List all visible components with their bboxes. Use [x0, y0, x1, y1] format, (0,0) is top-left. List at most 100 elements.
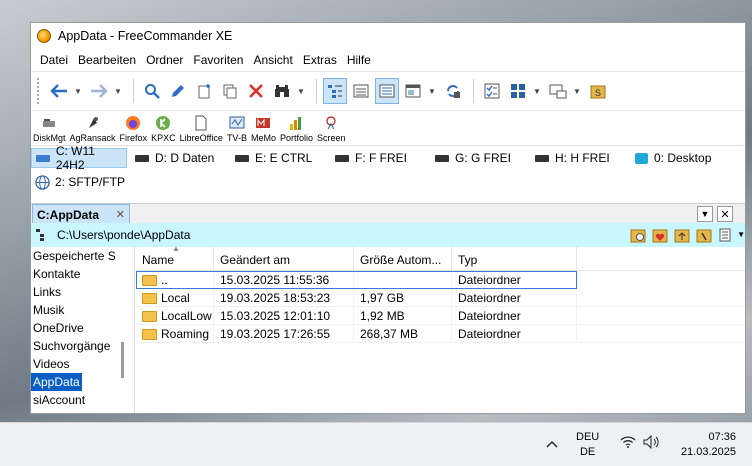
folder-icon: [142, 310, 157, 322]
tree-item[interactable]: Videos: [31, 355, 134, 373]
tree-item[interactable]: OneDrive: [31, 319, 134, 337]
cell-size: [354, 271, 452, 289]
column-modified[interactable]: Geändert am: [214, 247, 354, 271]
layout-dropdown[interactable]: ▼: [532, 78, 542, 104]
back-dropdown[interactable]: ▼: [73, 78, 83, 104]
window-icon: [549, 84, 567, 99]
tv-browser-icon: [229, 116, 245, 129]
preview-button[interactable]: [401, 78, 425, 104]
quick-agransack[interactable]: AgRansack: [70, 115, 116, 143]
toolbar-grip[interactable]: [37, 78, 41, 104]
column-type[interactable]: Typ: [452, 247, 577, 271]
preview-window-icon: [405, 84, 421, 98]
menu-extras[interactable]: Extras: [298, 53, 342, 67]
path-text[interactable]: C:\Users\ponde\AppData: [57, 228, 190, 242]
folder-icon: [142, 292, 157, 304]
quick-screen[interactable]: Screen: [317, 115, 346, 143]
folder-list-icon[interactable]: [718, 227, 734, 243]
tree-item-selected[interactable]: AppData: [31, 373, 82, 391]
path-bar: C:\Users\ponde\AppData ▼: [31, 223, 745, 247]
quick-portfolio[interactable]: Portfolio: [280, 115, 313, 143]
forward-dropdown[interactable]: ▼: [113, 78, 123, 104]
close-tab-button[interactable]: ✕: [717, 206, 733, 222]
binoculars-dropdown[interactable]: ▼: [296, 78, 306, 104]
checklist-button[interactable]: [480, 78, 504, 104]
copy-button[interactable]: [218, 78, 242, 104]
cell-date: 15.03.2025 12:01:10: [214, 307, 354, 325]
tree-item[interactable]: Suchvorgänge: [31, 337, 134, 355]
table-row[interactable]: Local 19.03.2025 18:53:23 1,97 GB Dateio…: [136, 289, 745, 307]
tree-scrollbar[interactable]: [121, 342, 124, 378]
forward-button[interactable]: [87, 78, 111, 104]
tree-item[interactable]: Links: [31, 283, 134, 301]
folder-tree: Gespeicherte S Kontakte Links Musik OneD…: [31, 247, 135, 413]
edit-button[interactable]: [166, 78, 190, 104]
binoculars-button[interactable]: [270, 78, 294, 104]
quick-kpxc[interactable]: KPXC: [151, 115, 176, 143]
menu-hilfe[interactable]: Hilfe: [342, 53, 376, 67]
tab-appdata[interactable]: C:AppData ✕: [32, 204, 130, 224]
libreoffice-icon: [195, 115, 207, 131]
menu-ansicht[interactable]: Ansicht: [248, 53, 297, 67]
search-button[interactable]: [140, 78, 164, 104]
cell-type: Dateiordner: [452, 271, 577, 289]
grid-layout-icon: [511, 84, 525, 98]
window-dropdown[interactable]: ▼: [572, 78, 582, 104]
cell-type: Dateiordner: [452, 325, 577, 343]
quick-memo[interactable]: MeMo: [251, 115, 276, 143]
new-file-button[interactable]: [192, 78, 216, 104]
tree-item[interactable]: Musik: [31, 301, 134, 319]
quick-diskmgt[interactable]: DiskMgt: [33, 115, 66, 143]
table-row[interactable]: .. 15.03.2025 11:55:36 Dateiordner: [136, 271, 577, 289]
tree-item[interactable]: Kontakte: [31, 265, 134, 283]
sync-icon: [447, 85, 460, 98]
column-size[interactable]: Größe Autom...: [354, 247, 452, 271]
list-view-icon: [379, 84, 395, 98]
parent-folder-icon[interactable]: [674, 227, 690, 243]
preview-dropdown[interactable]: ▼: [427, 78, 437, 104]
volume-icon[interactable]: [643, 434, 661, 452]
quick-libreoffice[interactable]: LibreOffice: [180, 115, 223, 143]
folder-s-icon: S: [590, 85, 606, 99]
drive-h[interactable]: H: H FREI: [531, 148, 610, 168]
cell-type: Dateiordner: [452, 289, 577, 307]
recent-folders-icon[interactable]: [630, 227, 646, 243]
drive-e[interactable]: E: E CTRL: [231, 148, 312, 168]
quick-tvb[interactable]: TV-B: [227, 115, 247, 143]
drive-d[interactable]: D: D Daten: [131, 148, 214, 168]
drive-sftp[interactable]: 2: SFTP/FTP: [31, 172, 125, 192]
shortcut-button[interactable]: S: [586, 78, 610, 104]
layout-button[interactable]: [506, 78, 530, 104]
tree-item[interactable]: Gespeicherte S: [31, 247, 134, 265]
input-language[interactable]: DEU DE: [576, 430, 599, 460]
drive-g[interactable]: G: G FREI: [431, 148, 511, 168]
table-row[interactable]: Roaming 19.03.2025 17:26:55 268,37 MB Da…: [136, 325, 745, 343]
list-view-button[interactable]: [375, 78, 399, 104]
path-tools-dropdown[interactable]: ▼: [737, 230, 745, 243]
quick-firefox[interactable]: Firefox: [120, 115, 147, 143]
sync-button[interactable]: [441, 78, 465, 104]
delete-button[interactable]: [244, 78, 268, 104]
detail-view-button[interactable]: [349, 78, 373, 104]
copy-icon: [223, 84, 237, 99]
favorite-folder-icon[interactable]: [652, 227, 668, 243]
tree-item[interactable]: siAccount: [31, 391, 134, 409]
menu-ordner[interactable]: Ordner: [141, 53, 188, 67]
chevron-up-icon[interactable]: [546, 435, 558, 451]
table-row[interactable]: LocalLow 15.03.2025 12:01:10 1,92 MB Dat…: [136, 307, 745, 325]
back-button[interactable]: [47, 78, 71, 104]
drive-c[interactable]: C: W11 24H2: [31, 144, 127, 172]
window-button[interactable]: [546, 78, 570, 104]
cell-date: 19.03.2025 18:53:23: [214, 289, 354, 307]
menu-favoriten[interactable]: Favoriten: [188, 53, 248, 67]
tree-view-button[interactable]: [323, 78, 347, 104]
menu-bearbeiten[interactable]: Bearbeiten: [73, 53, 141, 67]
root-folder-icon[interactable]: [696, 227, 712, 243]
close-icon[interactable]: ✕: [116, 208, 125, 221]
menu-datei[interactable]: Datei: [35, 53, 73, 67]
system-clock[interactable]: 07:36 21.03.2025: [672, 430, 736, 460]
drive-desktop[interactable]: 0: Desktop: [631, 148, 711, 168]
drive-f[interactable]: F: F FREI: [331, 148, 407, 168]
tab-list-dropdown[interactable]: ▼: [697, 206, 713, 222]
wifi-icon[interactable]: [620, 436, 636, 451]
